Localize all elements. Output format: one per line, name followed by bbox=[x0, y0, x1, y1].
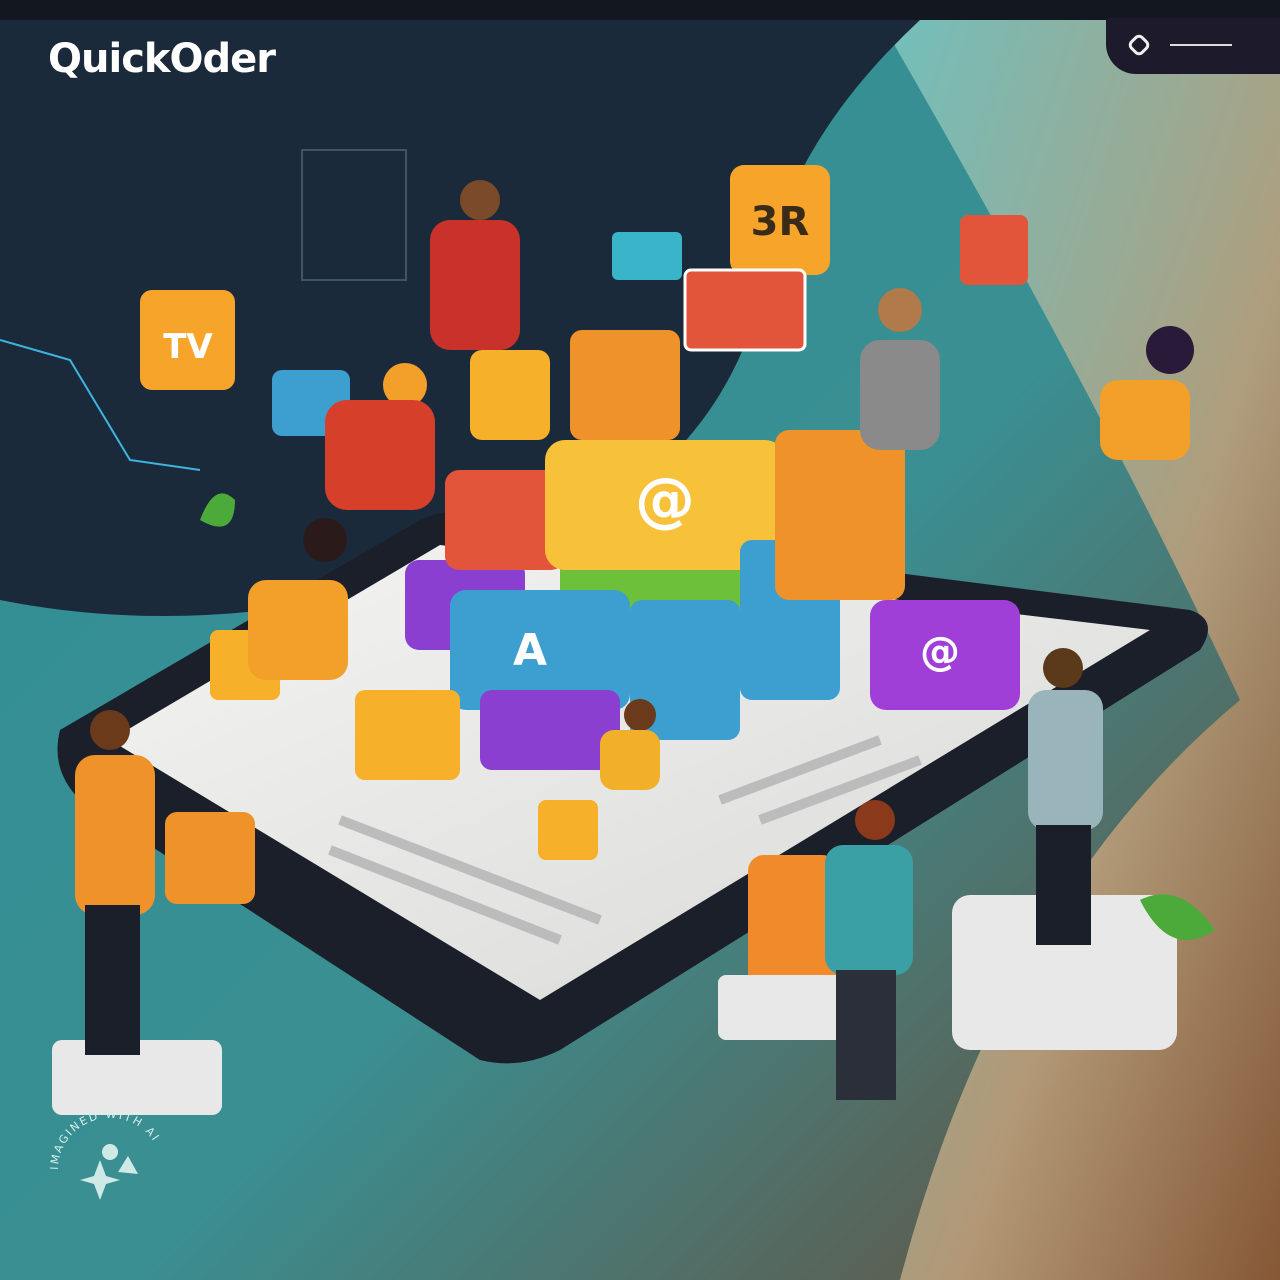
brand-logo: QuickOder bbox=[48, 36, 276, 82]
floating-badge-red bbox=[960, 215, 1028, 285]
badge-tv-glyph: TV bbox=[163, 327, 213, 367]
floating-badge-tv: TV bbox=[140, 290, 235, 390]
pedestal-middle bbox=[718, 975, 848, 1040]
blue-block-glyph: A bbox=[513, 625, 547, 676]
orange-card bbox=[748, 855, 838, 990]
floating-screen bbox=[683, 268, 807, 352]
top-bar bbox=[0, 0, 1280, 20]
illustration-scene: @ A @ 3R TV bbox=[0, 0, 1280, 1280]
purple-block-glyph: @ bbox=[920, 629, 960, 675]
triangle-icon bbox=[118, 1156, 138, 1174]
badge-3r-glyph: 3R bbox=[751, 199, 810, 245]
floating-badge-teal bbox=[612, 232, 682, 280]
imagined-with-ai-watermark: IMAGINED WITH AI bbox=[48, 1108, 163, 1200]
sparkle-icon bbox=[80, 1160, 120, 1200]
orange-box bbox=[165, 812, 255, 904]
center-block-glyph: @ bbox=[635, 465, 695, 535]
svg-text:IMAGINED WITH AI: IMAGINED WITH AI bbox=[48, 1108, 163, 1170]
sparkle-icon bbox=[102, 1144, 118, 1160]
signature-line bbox=[1170, 44, 1232, 46]
floating-badge-3r: 3R bbox=[730, 165, 830, 275]
